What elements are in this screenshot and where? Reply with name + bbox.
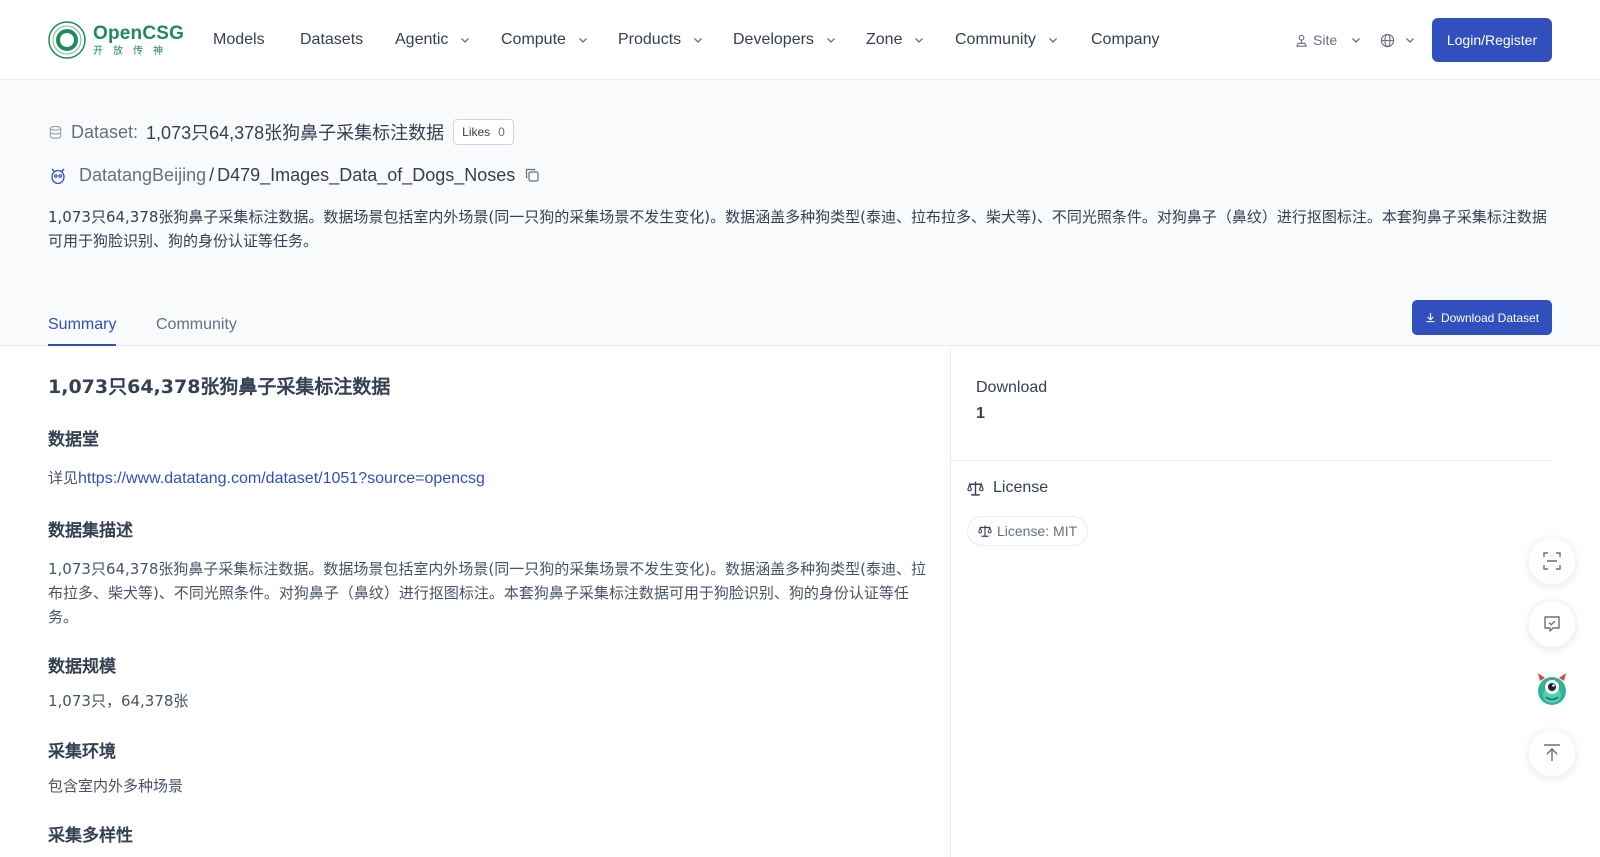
chevron-down-icon — [1405, 35, 1415, 45]
site-selector[interactable]: Site — [1294, 28, 1361, 52]
repo-name: D479_Images_Data_of_Dogs_Noses — [217, 164, 516, 185]
section-heading: 采集环境 — [48, 742, 116, 762]
opencsg-logo-icon — [48, 21, 86, 59]
license-heading-label: License — [993, 479, 1049, 496]
path-separator: / — [209, 164, 215, 185]
tab-summary[interactable]: Summary — [48, 316, 117, 346]
download-dataset-label: Download Dataset — [1440, 310, 1540, 325]
nav-agentic[interactable]: Agentic — [395, 28, 470, 52]
dataset-type-label: Dataset: — [71, 121, 139, 142]
dataset-description: 1,073只64,378张狗鼻子采集标注数据。数据场景包括室内外场景(同一只狗的… — [48, 208, 1547, 250]
datatang-link[interactable]: https://www.datatang.com/dataset/1051?so… — [78, 470, 485, 487]
chevron-down-icon — [578, 35, 588, 45]
tab-community[interactable]: Community — [156, 316, 237, 346]
scale-icon — [978, 525, 992, 537]
brand-name: OpenCSG — [93, 22, 185, 44]
chevron-down-icon — [693, 35, 703, 45]
nav-label: Compute — [501, 31, 566, 48]
download-count-value: 1 — [976, 405, 985, 422]
chevron-down-icon — [460, 35, 470, 45]
likes-count: 0 — [498, 125, 505, 139]
nav-label: Agentic — [395, 31, 449, 48]
dataset-title-row: Dataset: 1,073只64,378张狗鼻子采集标注数据 Likes 0 — [48, 119, 514, 145]
nav-label: Community — [955, 31, 1036, 48]
scan-button[interactable] — [1528, 537, 1576, 585]
scale-icon — [967, 481, 984, 496]
feedback-button[interactable] — [1528, 600, 1576, 648]
download-count-label: Download — [976, 379, 1048, 396]
mascot-icon — [1538, 673, 1566, 705]
back-to-top-icon — [1544, 744, 1560, 761]
back-to-top-button[interactable] — [1528, 729, 1576, 777]
section-heading: 采集多样性 — [48, 826, 133, 846]
license-badge-label: License: MIT — [997, 523, 1078, 539]
assistant-mascot-button[interactable] — [1528, 665, 1576, 713]
globe-icon — [1380, 33, 1395, 47]
site-label: Site — [1313, 32, 1338, 48]
likes-label: Likes — [462, 125, 491, 139]
link-prefix: 详见 — [48, 469, 79, 487]
section-heading: 数据集描述 — [48, 521, 133, 541]
nav-datasets[interactable]: Datasets — [300, 28, 363, 52]
chevron-down-icon — [914, 35, 924, 45]
repo-owner-link[interactable]: DatatangBeijing — [79, 165, 206, 186]
nav-label: Company — [1091, 31, 1160, 48]
login-register-button[interactable]: Login/Register — [1432, 18, 1552, 62]
license-badge[interactable]: License: MIT — [967, 516, 1089, 546]
section-heading: 数据堂 — [48, 430, 99, 450]
chevron-down-icon — [1351, 35, 1361, 45]
nav-compute[interactable]: Compute — [501, 28, 588, 52]
brand-subtitle: 开放传神 — [93, 45, 173, 57]
top-navbar: OpenCSG 开放传神 Models Datasets Agentic Com… — [0, 0, 1600, 80]
section-heading: 数据规模 — [48, 657, 116, 677]
nav-community[interactable]: Community — [955, 28, 1058, 52]
chevron-down-icon — [826, 35, 836, 45]
copy-icon[interactable] — [524, 167, 540, 183]
license-heading: License — [967, 477, 1048, 499]
nav-label: Zone — [866, 31, 903, 48]
section-text: 1,073只64,378张狗鼻子采集标注数据。数据场景包括室内外场景(同一只狗的… — [48, 560, 926, 626]
repo-path: DatatangBeijing / D479_Images_Data_of_Do… — [48, 162, 540, 188]
dataset-title: 1,073只64,378张狗鼻子采集标注数据 — [146, 123, 445, 143]
nav-label: Products — [618, 31, 682, 48]
nav-label: Datasets — [300, 31, 364, 48]
nav-products[interactable]: Products — [618, 28, 703, 52]
nav-company[interactable]: Company — [1091, 28, 1159, 52]
database-icon — [49, 125, 62, 139]
nav-zone[interactable]: Zone — [866, 28, 924, 52]
language-selector[interactable] — [1380, 28, 1415, 52]
nav-label: Models — [213, 31, 265, 48]
check-square-icon — [1544, 616, 1560, 632]
chevron-down-icon — [1048, 35, 1058, 45]
content-divider — [950, 346, 951, 857]
nav-label: Developers — [733, 31, 814, 48]
readme-title: 1,073只64,378张狗鼻子采集标注数据 — [48, 376, 391, 398]
section-text: 1,073只，64,378张 — [48, 692, 189, 710]
section-text: 包含室内外多种场景 — [48, 777, 184, 795]
site-icon — [1295, 34, 1308, 47]
sidebar-divider — [951, 460, 1552, 461]
owner-avatar[interactable] — [48, 165, 68, 185]
download-dataset-button[interactable]: Download Dataset — [1412, 300, 1552, 335]
nav-developers[interactable]: Developers — [733, 28, 836, 52]
likes-button[interactable]: Likes 0 — [453, 119, 514, 145]
nav-models[interactable]: Models — [213, 28, 265, 52]
scan-icon — [1543, 552, 1561, 570]
opencsg-logo[interactable]: OpenCSG 开放传神 — [47, 19, 184, 61]
download-icon — [1426, 312, 1435, 323]
